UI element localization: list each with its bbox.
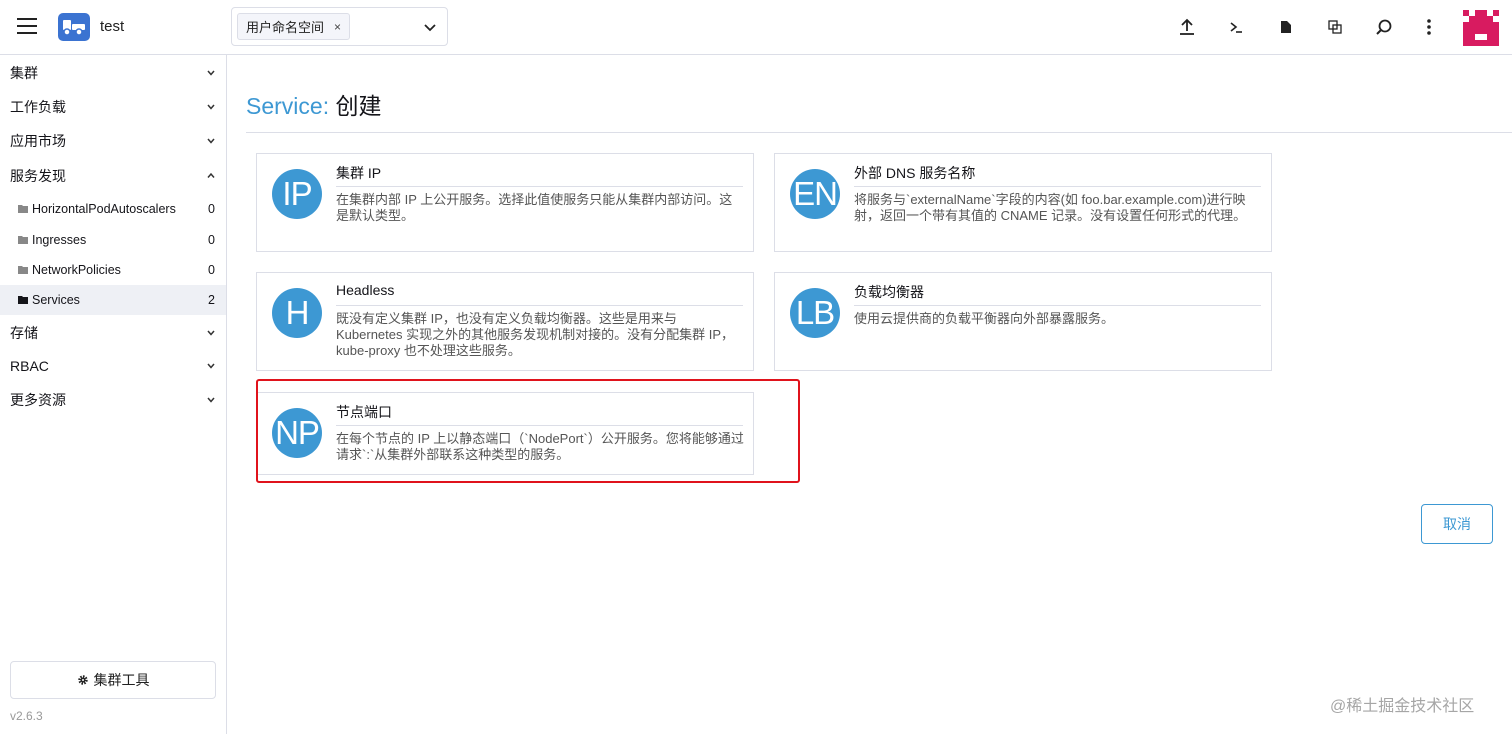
namespace-tag: 用户命名空间 ×	[237, 13, 351, 40]
chevron-up-icon	[207, 172, 215, 178]
nav-group-workloads[interactable]: 工作负载	[0, 90, 226, 124]
card-title: 集群 IP	[336, 165, 382, 181]
nav-group-label: 服务发现	[10, 168, 66, 184]
nav-group-more-resources[interactable]: 更多资源	[0, 383, 226, 417]
terminal-icon[interactable]	[1225, 16, 1247, 38]
card-badge: H	[272, 288, 322, 338]
chevron-down-icon	[207, 104, 215, 110]
nav-group-service-discovery[interactable]: 服务发现	[0, 159, 226, 193]
service-type-card-headless[interactable]: H Headless 既没有定义集群 IP，也没有定义负载均衡器。这些是用来与 …	[256, 272, 754, 371]
cluster-tools-button[interactable]: 集群工具	[10, 661, 216, 699]
nav-group-label: 存储	[10, 325, 38, 341]
sidebar-item-label: NetworkPolicies	[32, 263, 121, 277]
sidebar-item-hpa[interactable]: HorizontalPodAutoscalers 0	[0, 194, 226, 224]
nav-group-label: 集群	[10, 65, 38, 81]
search-icon[interactable]	[1373, 16, 1395, 38]
sidebar: 集群 工作负载 应用市场 服务发现 HorizontalPodAutoscale…	[0, 55, 227, 734]
card-description: 既没有定义集群 IP，也没有定义负载均衡器。这些是用来与 Kubernetes …	[336, 311, 734, 358]
card-divider	[336, 425, 743, 426]
service-type-card-externalname[interactable]: EN 外部 DNS 服务名称 将服务与`externalName`字段的内容(如…	[774, 153, 1272, 252]
nav-group-rbac[interactable]: RBAC	[0, 349, 226, 383]
sidebar-item-services[interactable]: Services 2	[0, 285, 226, 315]
nav-group-label: RBAC	[10, 358, 49, 374]
sidebar-item-label: Ingresses	[32, 233, 87, 247]
folder-icon	[18, 205, 28, 213]
namespace-tag-label: 用户命名空间	[246, 20, 325, 35]
cluster-tools-label: 集群工具	[93, 672, 150, 688]
folder-icon	[18, 266, 28, 274]
more-vertical-icon[interactable]	[1418, 16, 1440, 38]
page-title-resource: Service:	[246, 93, 330, 119]
title-divider	[246, 132, 1512, 133]
sidebar-item-count: 0	[208, 202, 215, 216]
namespace-select[interactable]: 用户命名空间 ×	[231, 7, 448, 46]
card-divider	[336, 186, 743, 187]
card-badge: LB	[790, 288, 840, 338]
sidebar-item-label: Services	[32, 293, 80, 307]
page-title: Service: 创建	[246, 87, 381, 121]
chevron-down-icon[interactable]	[423, 20, 437, 34]
sidebar-item-network-policies[interactable]: NetworkPolicies 0	[0, 255, 226, 285]
card-description: 在每个节点的 IP 上以静态端口（`NodePort`）公开服务。您将能够通过请…	[336, 431, 744, 462]
nav-group-label: 工作负载	[10, 99, 66, 115]
file-icon[interactable]	[1275, 16, 1297, 38]
nav-group-storage[interactable]: 存储	[0, 316, 226, 350]
service-type-card-nodeport[interactable]: NP 节点端口 在每个节点的 IP 上以静态端口（`NodePort`）公开服务…	[256, 392, 754, 475]
sidebar-item-count: 2	[208, 293, 215, 307]
nav-group-cluster[interactable]: 集群	[0, 56, 226, 90]
logo-icon	[58, 13, 90, 41]
card-badge: NP	[272, 408, 322, 458]
cancel-button[interactable]: 取消	[1421, 504, 1493, 544]
card-title: 外部 DNS 服务名称	[854, 165, 976, 181]
card-divider	[336, 305, 743, 306]
service-type-card-clusterip[interactable]: IP 集群 IP 在集群内部 IP 上公开服务。选择此值使服务只能从集群内部访问…	[256, 153, 754, 252]
chevron-down-icon	[207, 330, 215, 336]
sidebar-item-label: HorizontalPodAutoscalers	[32, 202, 176, 216]
chevron-down-icon	[207, 397, 215, 403]
card-description: 在集群内部 IP 上公开服务。选择此值使服务只能从集群内部访问。这是默认类型。	[336, 192, 733, 223]
card-description: 将服务与`externalName`字段的内容(如 foo.bar.exampl…	[854, 192, 1247, 223]
sidebar-item-count: 0	[208, 263, 215, 277]
cluster-name: test	[100, 18, 125, 35]
nav-group-label: 更多资源	[10, 392, 66, 408]
card-divider	[854, 305, 1261, 306]
card-divider	[854, 186, 1261, 187]
namespace-tag-close-icon[interactable]: ×	[334, 20, 341, 34]
chevron-down-icon	[207, 363, 215, 369]
top-header: test 用户命名空间 ×	[0, 0, 1512, 55]
card-title: 节点端口	[336, 404, 392, 420]
page-title-action: 创建	[335, 93, 382, 119]
sidebar-item-count: 0	[208, 233, 215, 247]
service-type-card-loadbalancer[interactable]: LB 负载均衡器 使用云提供商的负载平衡器向外部暴露服务。	[774, 272, 1272, 371]
card-badge: EN	[790, 169, 840, 219]
chevron-down-icon	[207, 70, 215, 76]
avatar[interactable]	[1463, 10, 1499, 46]
chevron-down-icon	[207, 138, 215, 144]
card-badge: IP	[272, 169, 322, 219]
gear-icon	[77, 675, 88, 685]
card-title: Headless	[336, 282, 395, 298]
watermark: @稀土掘金技术社区	[1330, 698, 1475, 715]
folder-icon	[18, 236, 28, 244]
folder-icon	[18, 296, 28, 304]
version-label: v2.6.3	[10, 709, 43, 723]
card-title: 负载均衡器	[854, 284, 924, 300]
card-description: 使用云提供商的负载平衡器向外部暴露服务。	[854, 311, 1115, 326]
menu-icon[interactable]	[17, 18, 37, 34]
sidebar-item-ingresses[interactable]: Ingresses 0	[0, 225, 226, 255]
copy-icon[interactable]	[1324, 16, 1346, 38]
nav-group-label: 应用市场	[10, 133, 66, 149]
nav-group-apps[interactable]: 应用市场	[0, 124, 226, 158]
upload-icon[interactable]	[1176, 16, 1198, 38]
